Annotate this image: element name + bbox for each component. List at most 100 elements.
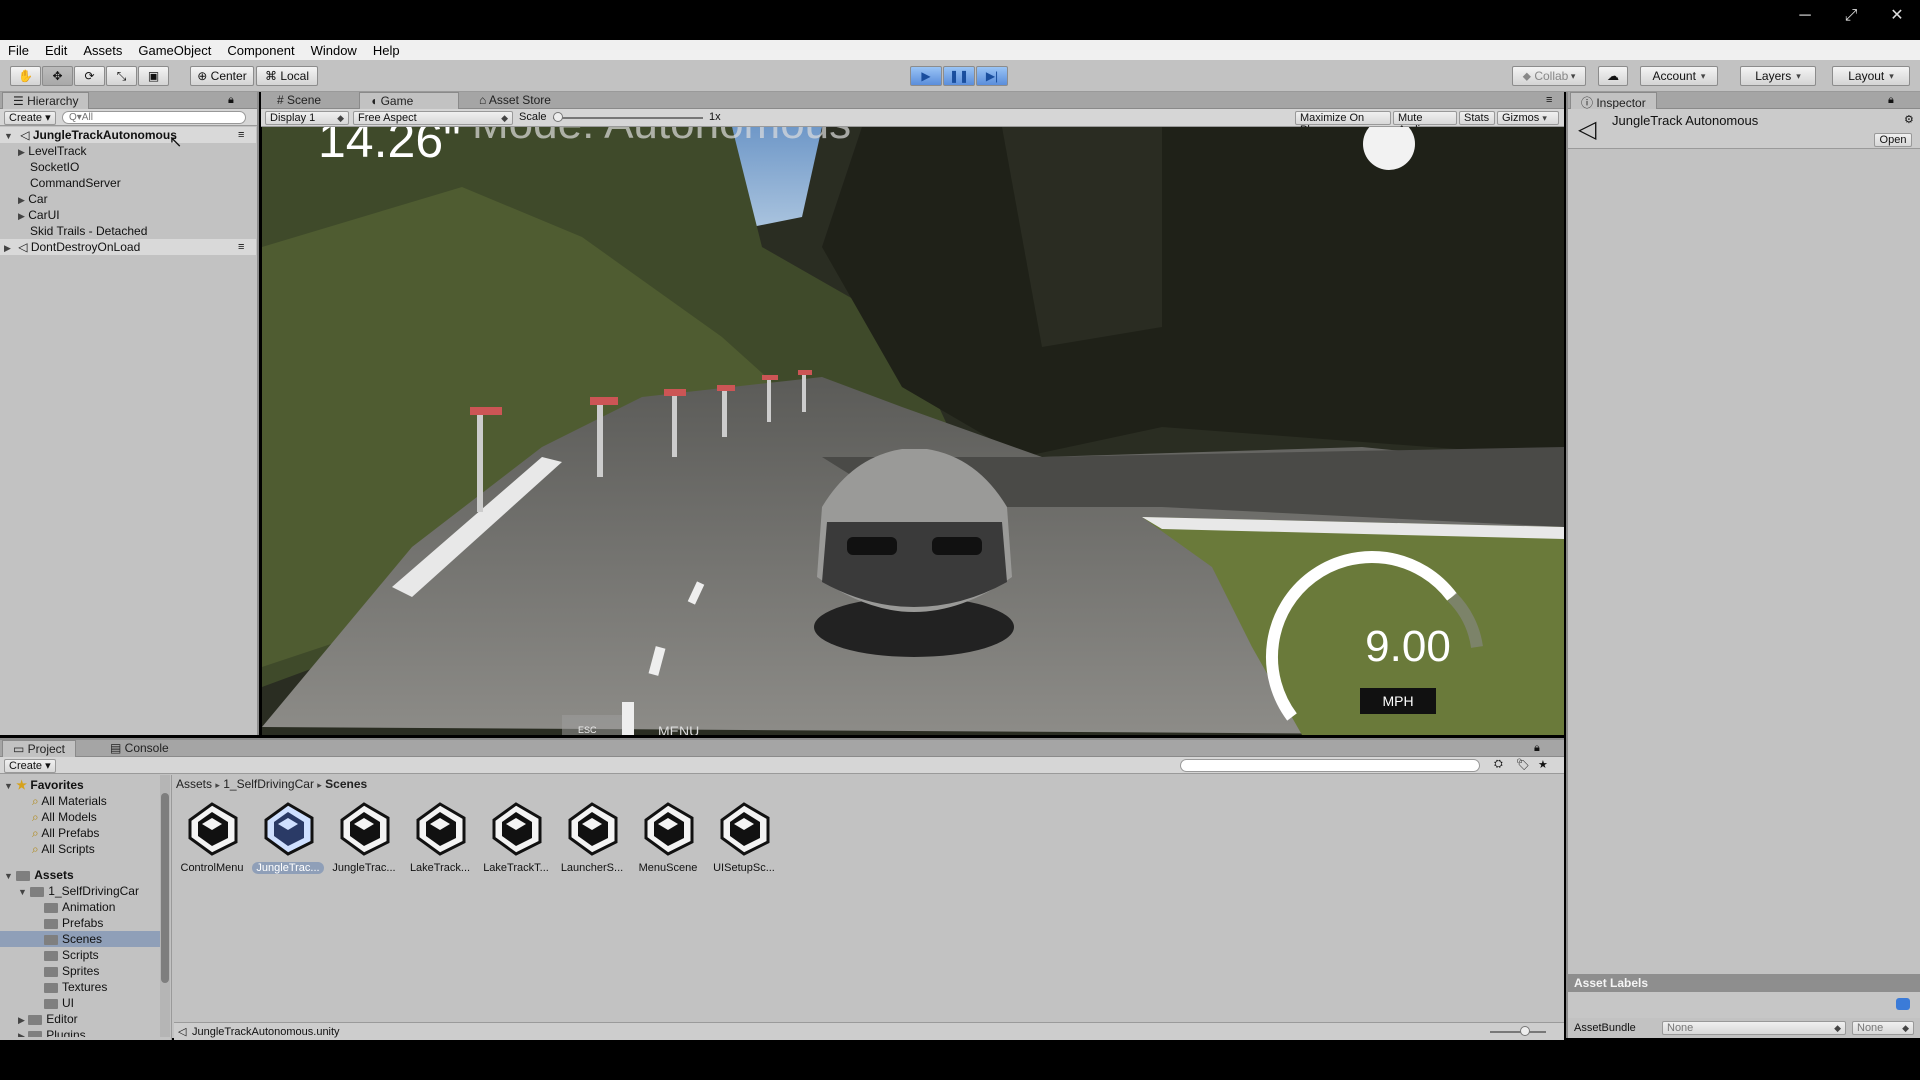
project-create-button[interactable]: Create ▾ [4, 759, 56, 773]
close-icon[interactable]: ✕ [1874, 0, 1920, 34]
tree-scrollbar-thumb[interactable] [161, 793, 169, 983]
menu-window[interactable]: Window [311, 43, 357, 58]
minimize-icon[interactable]: ─ [1782, 0, 1828, 34]
gizmos-dropdown[interactable]: Gizmos ▾ [1497, 111, 1559, 125]
asset-item[interactable]: LakeTrack... [404, 798, 476, 874]
stats-toggle[interactable]: Stats [1459, 111, 1495, 125]
play-icon[interactable]: ▶ [910, 66, 942, 86]
hierarchy-item[interactable]: ▶ CarUI [0, 207, 256, 223]
asset-item[interactable]: UISetupSc... [708, 798, 780, 874]
expand-right-icon[interactable]: ▶ [4, 243, 11, 253]
pivot-center-button[interactable]: ⊕ Center [190, 66, 254, 86]
pause-icon[interactable]: ❚❚ [943, 66, 975, 86]
expand-down-icon[interactable]: ▼ [4, 871, 13, 881]
game-view[interactable]: 14.26" Mode: Autonomous 9.00 MPH MENU ES… [262, 127, 1564, 735]
scale-slider[interactable] [553, 112, 703, 122]
expand-right-icon[interactable]: ▶ [18, 195, 25, 205]
hierarchy-create-button[interactable]: Create ▾ [4, 111, 56, 125]
lock-icon[interactable]: 🔒︎ [1888, 94, 1894, 107]
expand-right-icon[interactable]: ▶ [18, 211, 25, 221]
expand-down-icon[interactable]: ▼ [4, 131, 13, 141]
menu-button[interactable]: MENU [658, 723, 699, 735]
filter-label-icon[interactable]: 🏷︎ [1516, 758, 1530, 771]
assets-header[interactable]: ▼ Assets [0, 867, 160, 883]
hierarchy-item[interactable]: ▶ LevelTrack [0, 143, 256, 159]
breadcrumb-item[interactable]: Assets [176, 777, 212, 791]
project-search-input[interactable] [1180, 759, 1480, 772]
expand-right-icon[interactable]: ▶ [18, 1031, 25, 1037]
tree-folder[interactable]: ▶ Plugins [0, 1027, 160, 1037]
tree-folder[interactable]: ▶ Editor [0, 1011, 160, 1027]
filter-type-icon[interactable]: ⛭ [1494, 758, 1503, 771]
breadcrumb-item[interactable]: 1_SelfDrivingCar [223, 777, 314, 791]
dontdestroy-row[interactable]: ▶ ◁ DontDestroyOnLoad ≡ [0, 239, 256, 255]
asset-item[interactable]: JungleTrac... [328, 798, 400, 874]
tree-folder-selected[interactable]: Scenes [0, 931, 160, 947]
asset-variant-dropdown[interactable]: None ◆ [1852, 1021, 1914, 1035]
layout-dropdown[interactable]: Layout ▾ [1832, 66, 1910, 86]
tree-folder[interactable]: Animation [0, 899, 160, 915]
open-button[interactable]: Open [1874, 133, 1912, 147]
favorites-header[interactable]: ▼ ★ Favorites [0, 777, 160, 793]
hierarchy-item[interactable]: ▶ Car [0, 191, 256, 207]
tree-folder[interactable]: Sprites [0, 963, 160, 979]
rotate-tool-icon[interactable]: ⟳ [74, 66, 105, 86]
layers-dropdown[interactable]: Layers ▾ [1740, 66, 1816, 86]
tab-project[interactable]: ▭ Project [2, 740, 77, 757]
asset-item[interactable]: LauncherS... [556, 798, 628, 874]
tag-icon[interactable] [1896, 998, 1910, 1010]
tree-scrollbar[interactable] [160, 775, 170, 1037]
favorite-star-icon[interactable]: ★ [1538, 758, 1548, 771]
restore-icon[interactable]: ⤢ [1828, 0, 1874, 34]
asset-item[interactable]: ControlMenu [176, 798, 248, 874]
hierarchy-item[interactable]: SocketIO [0, 159, 256, 175]
tree-folder[interactable]: Textures [0, 979, 160, 995]
icon-size-slider[interactable] [1490, 1026, 1546, 1036]
tab-inspector[interactable]: ⓘ Inspector [1570, 92, 1657, 110]
scene-menu-icon[interactable]: ≡ [238, 127, 244, 143]
icon-size-slider-thumb[interactable] [1520, 1026, 1530, 1036]
favorite-item[interactable]: ⌕ All Materials [0, 793, 160, 809]
maximize-on-play-toggle[interactable]: Maximize On Play [1295, 111, 1391, 136]
menu-edit[interactable]: Edit [45, 43, 67, 58]
menu-component[interactable]: Component [227, 43, 294, 58]
rect-tool-icon[interactable]: ▣ [138, 66, 169, 86]
menu-help[interactable]: Help [373, 43, 400, 58]
favorite-item[interactable]: ⌕ All Scripts [0, 841, 160, 857]
scale-slider-thumb[interactable] [553, 112, 563, 122]
tree-folder[interactable]: Prefabs [0, 915, 160, 931]
cloud-icon[interactable]: ☁ [1598, 66, 1628, 86]
menu-gameobject[interactable]: GameObject [138, 43, 211, 58]
tab-hierarchy[interactable]: ☰ Hierarchy [2, 92, 90, 109]
scene-root-row[interactable]: ▼ ◁ JungleTrackAutonomous ≡ [0, 127, 256, 143]
asset-bundle-dropdown[interactable]: None ◆ [1662, 1021, 1846, 1035]
move-tool-icon[interactable]: ✥ [42, 66, 73, 86]
hierarchy-item[interactable]: Skid Trails - Detached [0, 223, 256, 239]
expand-right-icon[interactable]: ▶ [18, 147, 25, 157]
collab-button[interactable]: ⬥ Collab ▾ [1512, 66, 1586, 86]
lock-icon[interactable]: 🔒︎ [1534, 742, 1540, 755]
display-dropdown[interactable]: Display 1 ◆ [265, 111, 349, 125]
tree-folder[interactable]: Scripts [0, 947, 160, 963]
tab-game[interactable]: ◖ Game [359, 92, 459, 109]
favorite-item[interactable]: ⌕ All Prefabs [0, 825, 160, 841]
scale-tool-icon[interactable]: ⤡ [106, 66, 137, 86]
lock-icon[interactable]: 🔒︎ [228, 94, 234, 107]
menu-file[interactable]: File [8, 43, 29, 58]
expand-right-icon[interactable]: ▶ [18, 1015, 25, 1025]
step-icon[interactable]: ▶| [976, 66, 1008, 86]
asset-item[interactable]: LakeTrackT... [480, 798, 552, 874]
hierarchy-search-input[interactable] [62, 111, 246, 124]
tab-console[interactable]: ▤ Console [100, 740, 179, 757]
tab-asset-store[interactable]: ⌂ Asset Store [469, 92, 561, 109]
asset-item-selected[interactable]: JungleTrac... [252, 798, 324, 874]
account-dropdown[interactable]: Account ▾ [1640, 66, 1718, 86]
tree-folder[interactable]: UI [0, 995, 160, 1011]
settings-gear-icon[interactable]: ⚙ [1904, 113, 1914, 126]
favorite-item[interactable]: ⌕ All Models [0, 809, 160, 825]
breadcrumb-item-current[interactable]: Scenes [325, 777, 367, 791]
pane-menu-icon[interactable]: ≡ [1546, 94, 1552, 106]
asset-item[interactable]: MenuScene [632, 798, 704, 874]
tree-folder[interactable]: ▼ 1_SelfDrivingCar [0, 883, 160, 899]
menu-assets[interactable]: Assets [83, 43, 122, 58]
